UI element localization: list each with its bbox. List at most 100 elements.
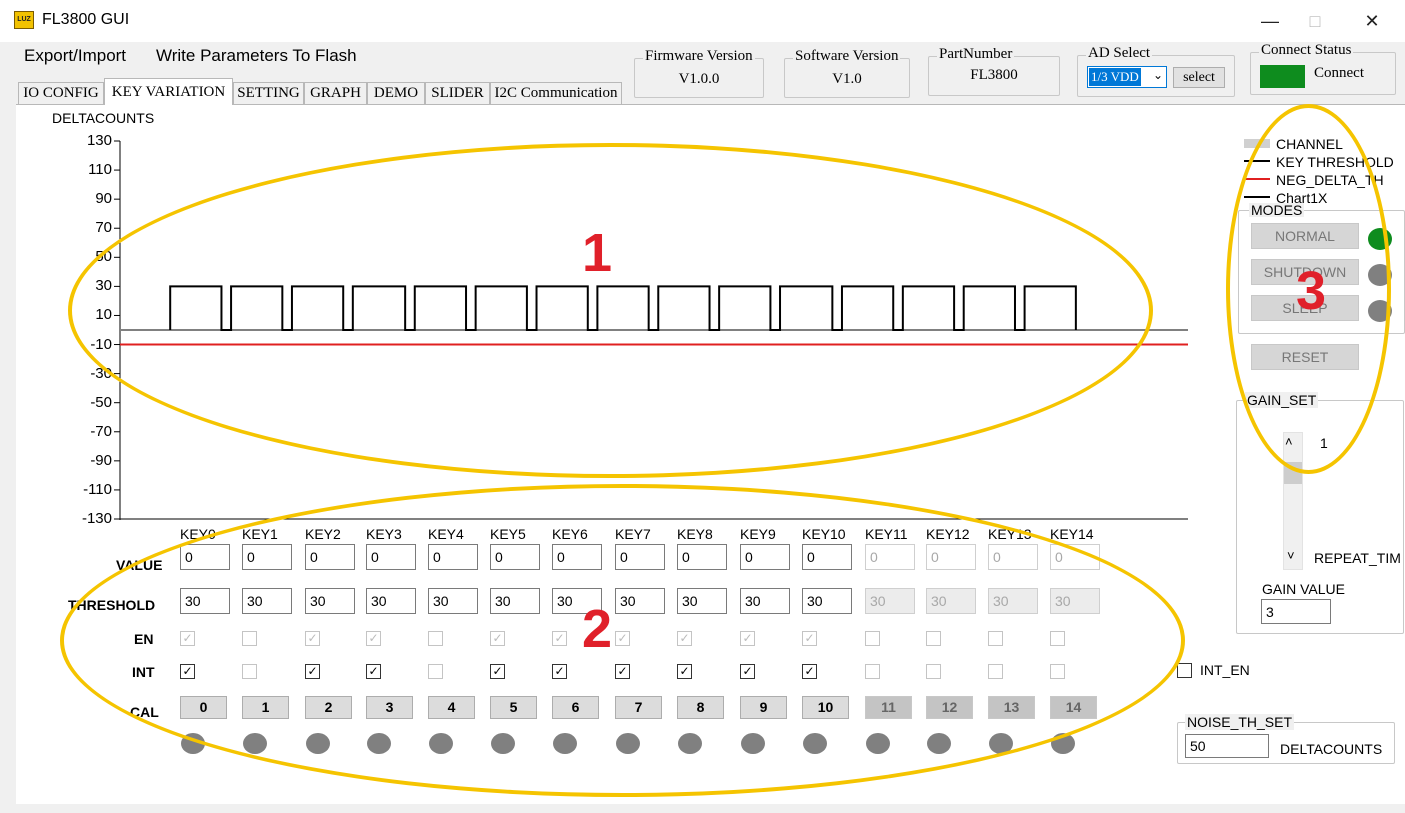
key-cal-button[interactable]: 9 bbox=[740, 696, 787, 719]
key-en-checkbox[interactable] bbox=[988, 631, 1003, 646]
key-threshold-field[interactable]: 30 bbox=[490, 588, 540, 614]
mode-normal-button[interactable]: NORMAL bbox=[1251, 223, 1359, 249]
int-en-checkbox[interactable] bbox=[1177, 663, 1192, 678]
key-en-checkbox[interactable]: ✓ bbox=[552, 631, 567, 646]
tab-i2c-communication[interactable]: I2C Communication bbox=[490, 82, 622, 104]
key-int-checkbox[interactable]: ✓ bbox=[305, 664, 320, 679]
gain-set-title: GAIN_SET bbox=[1245, 392, 1319, 408]
key-value-field[interactable]: 0 bbox=[740, 544, 790, 570]
tab-demo[interactable]: DEMO bbox=[367, 82, 425, 104]
key-int-checkbox[interactable]: ✓ bbox=[366, 664, 381, 679]
key-int-checkbox[interactable]: ✓ bbox=[802, 664, 817, 679]
key-threshold-field[interactable]: 30 bbox=[865, 588, 915, 614]
key-en-checkbox[interactable] bbox=[1050, 631, 1065, 646]
key-int-checkbox[interactable]: ✓ bbox=[180, 664, 195, 679]
key-cal-button[interactable]: 2 bbox=[305, 696, 352, 719]
key-threshold-field[interactable]: 30 bbox=[180, 588, 230, 614]
key-en-checkbox[interactable] bbox=[242, 631, 257, 646]
ad-select-button[interactable]: select bbox=[1173, 67, 1225, 88]
key-cal-button[interactable]: 6 bbox=[552, 696, 599, 719]
key-en-checkbox[interactable] bbox=[926, 631, 941, 646]
key-threshold-field[interactable]: 30 bbox=[242, 588, 292, 614]
key-en-checkbox[interactable]: ✓ bbox=[490, 631, 505, 646]
key-value-field[interactable]: 0 bbox=[428, 544, 478, 570]
key-value-field[interactable]: 0 bbox=[865, 544, 915, 570]
key-threshold-field[interactable]: 30 bbox=[740, 588, 790, 614]
key-threshold-field[interactable]: 30 bbox=[1050, 588, 1100, 614]
maximize-button[interactable]: □ bbox=[1293, 8, 1337, 34]
menu-export-import[interactable]: Export/Import bbox=[24, 46, 126, 66]
key-en-checkbox[interactable]: ✓ bbox=[677, 631, 692, 646]
key-int-checkbox[interactable] bbox=[988, 664, 1003, 679]
ad-select-dropdown[interactable]: 1/3 VDD ⌄ bbox=[1087, 66, 1167, 88]
key-status-led bbox=[678, 733, 702, 754]
key-int-checkbox[interactable] bbox=[865, 664, 880, 679]
scroll-up-icon[interactable]: ˄ bbox=[1285, 434, 1293, 449]
tab-key-variation[interactable]: KEY VARIATION bbox=[104, 78, 233, 105]
key-cal-button[interactable]: 11 bbox=[865, 696, 912, 719]
key-cal-button[interactable]: 0 bbox=[180, 696, 227, 719]
key-threshold-field[interactable]: 30 bbox=[305, 588, 355, 614]
gain-scrollbar-thumb[interactable] bbox=[1284, 462, 1302, 484]
key-cal-button[interactable]: 13 bbox=[988, 696, 1035, 719]
gain-value-field[interactable]: 3 bbox=[1261, 599, 1331, 624]
key-value-field[interactable]: 0 bbox=[305, 544, 355, 570]
key-cal-button[interactable]: 7 bbox=[615, 696, 662, 719]
key-en-checkbox[interactable]: ✓ bbox=[802, 631, 817, 646]
key-value-field[interactable]: 0 bbox=[552, 544, 602, 570]
key-en-checkbox[interactable]: ✓ bbox=[180, 631, 195, 646]
key-cal-button[interactable]: 4 bbox=[428, 696, 475, 719]
key-en-checkbox[interactable] bbox=[865, 631, 880, 646]
key-en-checkbox[interactable]: ✓ bbox=[366, 631, 381, 646]
key-value-field[interactable]: 0 bbox=[1050, 544, 1100, 570]
key-cal-button[interactable]: 5 bbox=[490, 696, 537, 719]
key-value-field[interactable]: 0 bbox=[677, 544, 727, 570]
key-cal-button[interactable]: 1 bbox=[242, 696, 289, 719]
key-value-field[interactable]: 0 bbox=[615, 544, 665, 570]
key-value-field[interactable]: 0 bbox=[802, 544, 852, 570]
key-value-field[interactable]: 0 bbox=[366, 544, 416, 570]
key-en-checkbox[interactable] bbox=[428, 631, 443, 646]
reset-button[interactable]: RESET bbox=[1251, 344, 1359, 370]
key-cal-button[interactable]: 3 bbox=[366, 696, 413, 719]
minimize-button[interactable]: — bbox=[1248, 8, 1292, 34]
key-int-checkbox[interactable]: ✓ bbox=[490, 664, 505, 679]
key-value-field[interactable]: 0 bbox=[988, 544, 1038, 570]
scroll-down-icon[interactable]: ˅ bbox=[1287, 548, 1295, 563]
tab-graph[interactable]: GRAPH bbox=[304, 82, 367, 104]
menu-write-flash[interactable]: Write Parameters To Flash bbox=[156, 46, 357, 66]
key-cal-button[interactable]: 12 bbox=[926, 696, 973, 719]
key-cal-button[interactable]: 14 bbox=[1050, 696, 1097, 719]
key-int-checkbox[interactable] bbox=[1050, 664, 1065, 679]
tab-setting[interactable]: SETTING bbox=[233, 82, 304, 104]
key-int-checkbox[interactable] bbox=[926, 664, 941, 679]
key-int-checkbox[interactable] bbox=[428, 664, 443, 679]
key-en-checkbox[interactable]: ✓ bbox=[615, 631, 630, 646]
row-label-value: VALUE bbox=[116, 557, 163, 573]
key-en-checkbox[interactable]: ✓ bbox=[740, 631, 755, 646]
noise-th-field[interactable]: 50 bbox=[1185, 734, 1269, 758]
key-threshold-field[interactable]: 30 bbox=[677, 588, 727, 614]
key-int-checkbox[interactable] bbox=[242, 664, 257, 679]
key-value-field[interactable]: 0 bbox=[242, 544, 292, 570]
key-threshold-field[interactable]: 30 bbox=[366, 588, 416, 614]
key-int-checkbox[interactable]: ✓ bbox=[740, 664, 755, 679]
key-threshold-field[interactable]: 30 bbox=[988, 588, 1038, 614]
key-value-field[interactable]: 0 bbox=[180, 544, 230, 570]
close-button[interactable]: ✕ bbox=[1350, 8, 1394, 34]
key-threshold-field[interactable]: 30 bbox=[615, 588, 665, 614]
key-int-checkbox[interactable]: ✓ bbox=[552, 664, 567, 679]
legend-swatch bbox=[1244, 139, 1270, 148]
key-en-checkbox[interactable]: ✓ bbox=[305, 631, 320, 646]
key-threshold-field[interactable]: 30 bbox=[428, 588, 478, 614]
key-threshold-field[interactable]: 30 bbox=[926, 588, 976, 614]
key-cal-button[interactable]: 8 bbox=[677, 696, 724, 719]
tab-slider[interactable]: SLIDER bbox=[425, 82, 490, 104]
key-threshold-field[interactable]: 30 bbox=[802, 588, 852, 614]
key-int-checkbox[interactable]: ✓ bbox=[677, 664, 692, 679]
tab-io-config[interactable]: IO CONFIG bbox=[18, 82, 104, 104]
key-cal-button[interactable]: 10 bbox=[802, 696, 849, 719]
key-value-field[interactable]: 0 bbox=[490, 544, 540, 570]
key-value-field[interactable]: 0 bbox=[926, 544, 976, 570]
key-int-checkbox[interactable]: ✓ bbox=[615, 664, 630, 679]
